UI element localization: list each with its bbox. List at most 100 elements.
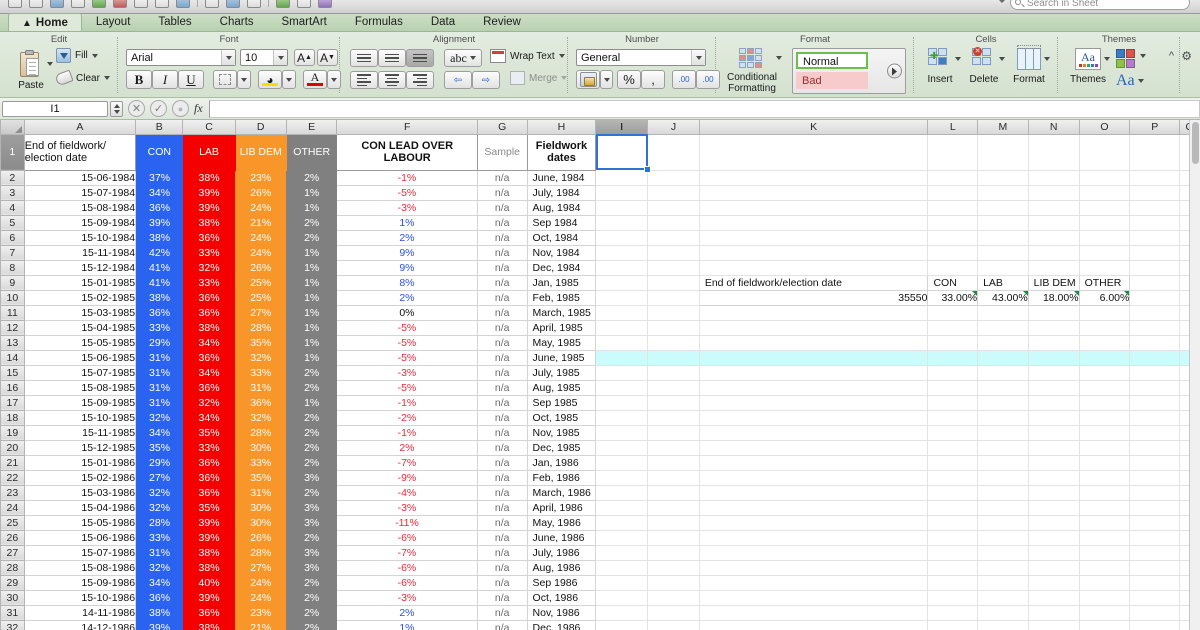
empty-cell[interactable]	[927, 320, 979, 336]
empty-cell[interactable]	[1028, 455, 1080, 471]
empty-cell[interactable]	[927, 605, 979, 621]
cell-lab[interactable]: 33%	[182, 275, 236, 290]
cell-con-lead[interactable]: -3%	[336, 365, 478, 381]
empty-cell[interactable]	[1079, 545, 1131, 561]
cell-lab[interactable]: 39%	[182, 515, 236, 530]
cell-lab[interactable]: 34%	[182, 335, 236, 350]
cell-lab[interactable]: 35%	[182, 425, 236, 440]
orientation-button[interactable]: abc	[444, 49, 482, 67]
row-header-21[interactable]: 21	[0, 454, 25, 471]
empty-cell[interactable]	[1028, 134, 1080, 171]
empty-cell[interactable]	[1079, 620, 1131, 630]
empty-cell[interactable]	[647, 425, 700, 441]
empty-cell[interactable]	[595, 575, 649, 591]
empty-cell[interactable]	[1129, 470, 1181, 486]
cell-lib[interactable]: 24%	[235, 200, 287, 215]
empty-cell[interactable]	[977, 440, 1029, 456]
empty-cell[interactable]	[699, 440, 929, 456]
cell-fieldwork[interactable]: Jan, 1986	[527, 455, 597, 471]
clear-button[interactable]: Clear	[54, 69, 110, 87]
cell-con[interactable]: 32%	[135, 410, 183, 425]
cell-sample[interactable]: n/a	[477, 455, 528, 471]
empty-cell[interactable]	[1028, 260, 1080, 276]
cell-lib[interactable]: 33%	[235, 365, 287, 380]
cell-sample[interactable]: n/a	[477, 335, 528, 351]
redo-icon[interactable]	[134, 0, 148, 8]
format-dropdown-icon[interactable]	[1044, 57, 1050, 61]
cell-lab[interactable]: 39%	[182, 200, 236, 215]
cell-lib[interactable]: 23%	[235, 605, 287, 620]
cell-lib[interactable]: 30%	[235, 500, 287, 515]
empty-cell[interactable]	[699, 395, 929, 411]
cell-oth[interactable]: 1%	[286, 320, 337, 335]
bold-button[interactable]: B	[126, 70, 152, 89]
cell-con[interactable]: 34%	[135, 575, 183, 590]
cell-lib[interactable]: 36%	[235, 395, 287, 410]
empty-cell[interactable]	[927, 470, 979, 486]
cell-fieldwork[interactable]: Nov, 1986	[527, 605, 597, 621]
cell-sample[interactable]: n/a	[477, 440, 528, 456]
empty-cell[interactable]	[595, 335, 649, 351]
cell-con-lead[interactable]: -9%	[336, 470, 478, 486]
empty-cell[interactable]	[1079, 440, 1131, 456]
empty-cell[interactable]	[977, 575, 1029, 591]
empty-cell[interactable]	[595, 560, 649, 576]
themes-button[interactable]: Aa Themes	[1064, 48, 1112, 85]
empty-cell[interactable]	[699, 305, 929, 321]
paste-dropdown-icon[interactable]	[47, 62, 53, 66]
increase-indent-button[interactable]: ⇨	[472, 71, 500, 89]
empty-cell[interactable]	[1079, 335, 1131, 351]
header-cell-con-lead[interactable]: CON LEAD OVER LABOUR	[336, 133, 478, 171]
cell-fieldwork[interactable]: Aug, 1985	[527, 380, 597, 396]
spreadsheet-grid[interactable]: ABCDEFGHIJKLMNOPQ 1End of fieldwork/ ele…	[0, 120, 1200, 630]
cell-con[interactable]: 31%	[135, 350, 183, 365]
empty-cell[interactable]	[647, 515, 700, 531]
delete-cells-button[interactable]: ✕ Delete	[962, 47, 1006, 85]
font-family-select[interactable]: Arial	[126, 49, 236, 66]
name-box-spinner[interactable]	[110, 100, 123, 117]
cell-oth[interactable]: 1%	[286, 305, 337, 320]
empty-cell[interactable]	[1079, 575, 1131, 591]
empty-cell[interactable]	[977, 560, 1029, 576]
column-header-n[interactable]: N	[1027, 120, 1080, 135]
cell-con[interactable]: 32%	[135, 500, 183, 515]
empty-cell[interactable]	[927, 395, 979, 411]
borders-button[interactable]	[213, 70, 237, 89]
cell-date[interactable]: 15-06-1985	[24, 350, 137, 366]
cell-con[interactable]: 41%	[135, 275, 183, 290]
column-header-i[interactable]: I	[595, 120, 649, 135]
tab-layout[interactable]: Layout	[82, 13, 145, 31]
cell-sample[interactable]: n/a	[477, 500, 528, 516]
cell-con[interactable]: 27%	[135, 470, 183, 485]
highlighted-cell[interactable]	[595, 350, 649, 366]
empty-cell[interactable]	[927, 305, 979, 321]
empty-cell[interactable]	[977, 335, 1029, 351]
row-header-6[interactable]: 6	[0, 229, 25, 246]
row-header-17[interactable]: 17	[0, 394, 25, 411]
empty-cell[interactable]	[1079, 380, 1131, 396]
cell-lib[interactable]: 26%	[235, 185, 287, 200]
row-header-18[interactable]: 18	[0, 409, 25, 426]
empty-cell[interactable]	[927, 410, 979, 426]
empty-cell[interactable]	[699, 560, 929, 576]
borders-dropdown-button[interactable]	[237, 70, 251, 89]
cell-date[interactable]: 15-07-1984	[24, 185, 137, 201]
new-icon[interactable]	[8, 0, 22, 8]
header-cell-date[interactable]: End of fieldwork/ election date	[23, 133, 137, 171]
cell-lib[interactable]: 23%	[235, 170, 287, 185]
cell-lab[interactable]: 40%	[182, 575, 236, 590]
empty-cell[interactable]	[1079, 200, 1131, 216]
cell-con-lead[interactable]: -5%	[336, 380, 478, 396]
cell-fieldwork[interactable]: Sep 1984	[527, 215, 597, 231]
cell-date[interactable]: 15-08-1984	[24, 200, 137, 216]
empty-cell[interactable]	[977, 470, 1029, 486]
cell-lib[interactable]: 27%	[235, 560, 287, 575]
cell-con-lead[interactable]: 2%	[336, 605, 478, 621]
row-header-5[interactable]: 5	[0, 214, 25, 231]
empty-cell[interactable]	[977, 620, 1029, 630]
empty-cell[interactable]	[1079, 500, 1131, 516]
cell-sample[interactable]: n/a	[477, 545, 528, 561]
empty-cell[interactable]	[1079, 365, 1131, 381]
empty-cell[interactable]	[977, 425, 1029, 441]
cell-fieldwork[interactable]: Aug, 1984	[527, 200, 597, 216]
